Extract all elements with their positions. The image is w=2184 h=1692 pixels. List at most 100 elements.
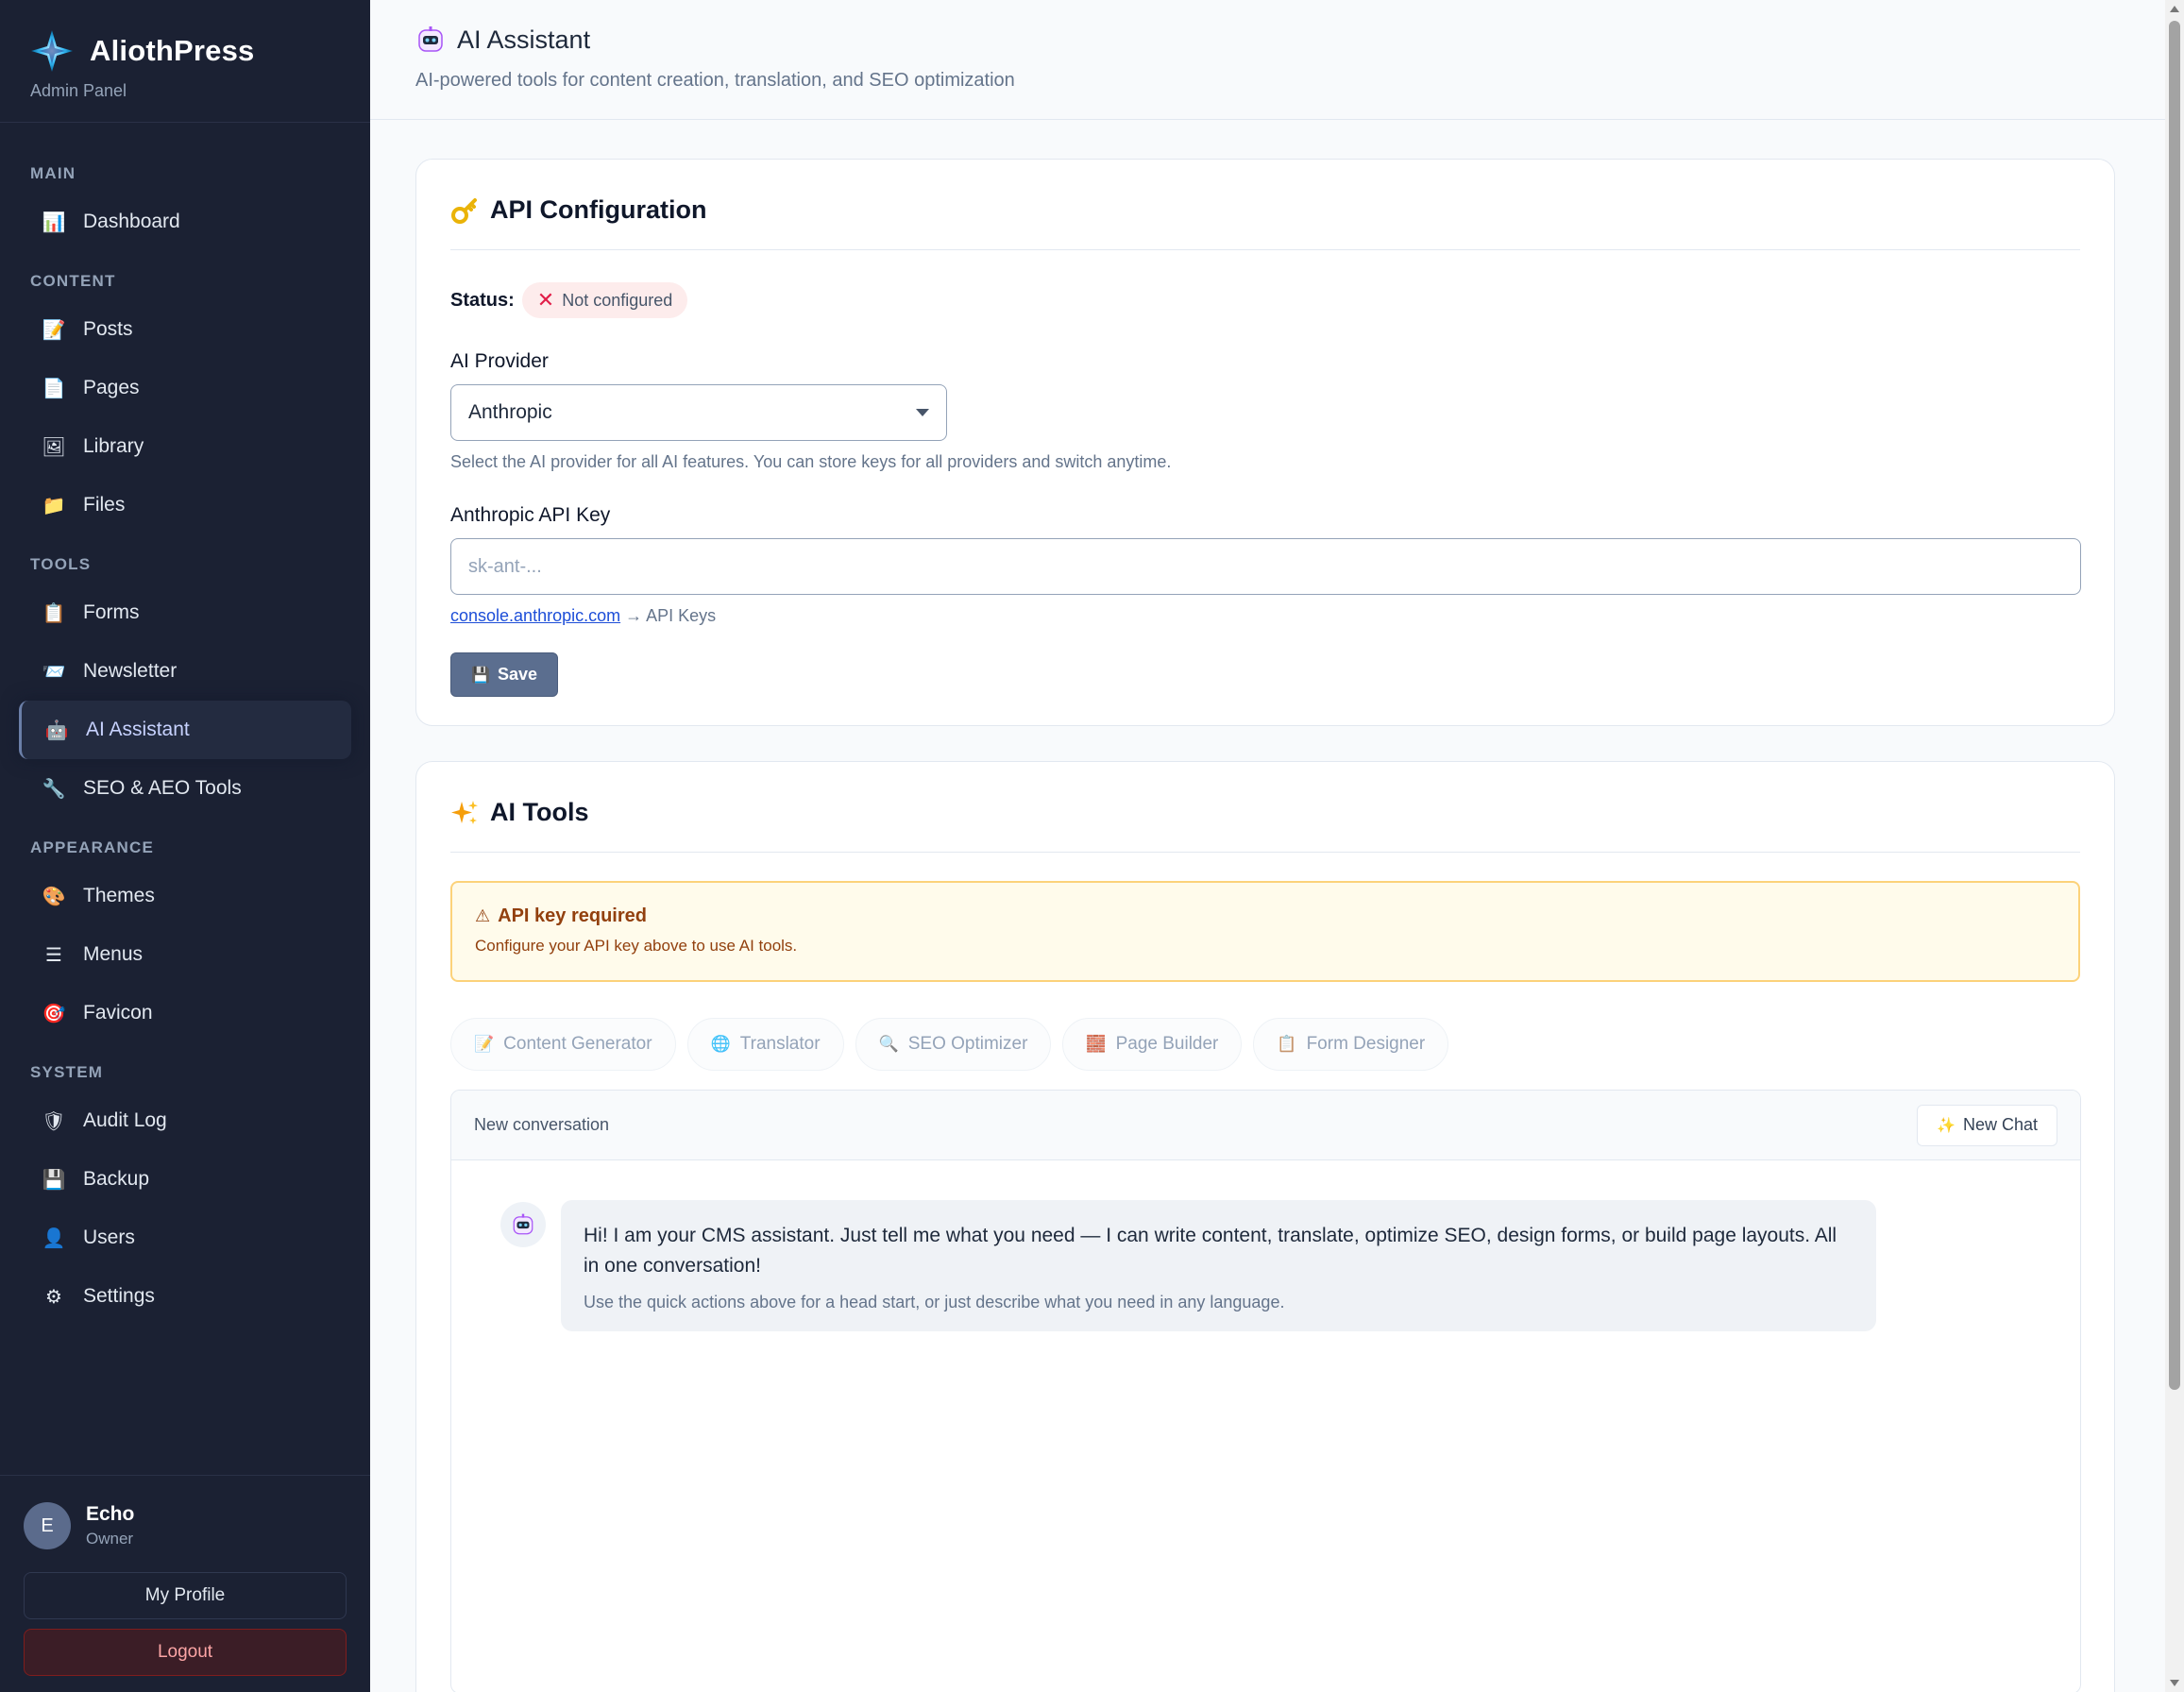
sidebar-item-posts[interactable]: 📝 Posts — [19, 300, 351, 359]
tab-label: Translator — [739, 1034, 821, 1054]
scroll-down-icon[interactable] — [2170, 1680, 2179, 1686]
sidebar-item-library[interactable]: 🖼 Library — [19, 417, 351, 476]
tab-label: SEO Optimizer — [907, 1034, 1028, 1054]
sidebar-item-files[interactable]: 📁 Files — [19, 476, 351, 534]
sidebar-item-seo-aeo-tools[interactable]: 🔧 SEO & AEO Tools — [19, 759, 351, 818]
ai-tools-title: AI Tools — [490, 798, 589, 826]
api-config-title: API Configuration — [490, 195, 707, 224]
app-root: AliothPress Admin Panel MAIN 📊 Dashboard CO… — [0, 0, 2184, 1692]
assistant-message: Hi! I am your CMS assistant. Just tell m… — [584, 1225, 1837, 1277]
sidebar-item-label: Themes — [83, 885, 155, 906]
sidebar-item-label: Dashboard — [83, 211, 180, 232]
bricks-icon: 🧱 — [1086, 1035, 1107, 1053]
page-header: AI Assistant AI-powered tools for conten… — [370, 0, 2165, 120]
tab-page-builder[interactable]: 🧱 Page Builder — [1062, 1018, 1243, 1071]
api-key-input[interactable] — [450, 538, 2081, 595]
star-logo-icon — [31, 30, 73, 72]
tab-content-generator[interactable]: 📝 Content Generator — [450, 1018, 676, 1071]
sidebar-item-label: Library — [83, 435, 144, 457]
clipboard-icon: 📋 — [1277, 1035, 1297, 1053]
nav-heading: TOOLS — [30, 555, 92, 573]
logout-button[interactable]: Logout — [24, 1629, 347, 1676]
main-content: AI Assistant AI-powered tools for conten… — [370, 0, 2165, 1692]
sidebar-nav: MAIN 📊 Dashboard CONTENT 📝 Posts 📄 Pages 🖼 Librar… — [0, 164, 370, 1326]
chat-message: Hi! I am your CMS assistant. Just tell m… — [451, 1160, 2080, 1331]
sidebar-item-ai-assistant[interactable]: 🤖 AI Assistant — [19, 701, 351, 759]
new-chat-button[interactable]: ✨ New Chat — [1917, 1104, 2057, 1146]
nav-heading: MAIN — [30, 164, 76, 182]
provider-select-value: Anthropic — [468, 401, 552, 423]
robot-icon: 🤖 — [44, 719, 69, 741]
sidebar-item-backup[interactable]: 💾 Backup — [19, 1150, 351, 1209]
scroll-up-icon[interactable] — [2170, 6, 2179, 12]
page-subtitle: AI-powered tools for content creation, t… — [415, 70, 1015, 91]
user-role: Owner — [86, 1530, 134, 1548]
sidebar-item-settings[interactable]: ⚙ Settings — [19, 1267, 351, 1326]
floppy-icon: 💾 — [42, 1169, 66, 1191]
sidebar-item-favicon[interactable]: 🎯 Favicon — [19, 984, 351, 1042]
tab-seo-optimizer[interactable]: 🔍 SEO Optimizer — [855, 1018, 1052, 1071]
sidebar-item-label: SEO & AEO Tools — [83, 777, 242, 799]
brand-name: AliothPress — [90, 34, 255, 67]
sidebar-item-users[interactable]: 👤 Users — [19, 1209, 351, 1267]
avatar[interactable]: E — [24, 1502, 71, 1549]
nav-section-appearance: APPEARANCE 🎨 Themes ☰ Menus 🎯 Favicon — [0, 838, 370, 1042]
gear-icon: ⚙ — [45, 1286, 62, 1308]
assistant-bubble: Hi! I am your CMS assistant. Just tell m… — [561, 1200, 1876, 1331]
sidebar-item-forms[interactable]: 📋 Forms — [19, 584, 351, 642]
new-chat-label: New Chat — [1962, 1115, 2038, 1134]
sidebar-item-pages[interactable]: 📄 Pages — [19, 359, 351, 417]
sidebar-item-label: Settings — [83, 1285, 155, 1307]
user-icon: 👤 — [42, 1227, 66, 1249]
api-key-alert: ⚠ API key required Configure your API ke… — [450, 881, 2080, 982]
nav-heading: CONTENT — [30, 272, 116, 290]
console-hint: console.anthropic.com → API Keys — [450, 606, 2080, 626]
chat-panel: New conversation ✨ New Chat Hi! I am you… — [450, 1090, 2081, 1692]
nav-section-system: SYSTEM 🛡 Audit Log 💾 Backup 👤 Users ⚙ Settings — [0, 1063, 370, 1326]
tool-tabs: 📝 Content Generator 🌐 Translator 🔍 SEO Optimi… — [450, 1018, 2080, 1071]
sidebar-item-audit-log[interactable]: 🛡 Audit Log — [19, 1091, 351, 1150]
user-row: E Echo Owner — [24, 1502, 347, 1549]
robot-icon — [513, 1213, 533, 1235]
status-value: Not configured — [562, 290, 673, 310]
nav-heading: SYSTEM — [30, 1063, 104, 1081]
posts-icon: 📝 — [42, 319, 66, 341]
sidebar-item-label: Favicon — [83, 1002, 153, 1024]
magnifier-icon: 🔍 — [878, 1035, 899, 1053]
sparkles-icon — [451, 800, 478, 824]
sidebar-item-label: Newsletter — [83, 660, 178, 682]
provider-label: AI Provider — [450, 350, 549, 372]
alert-text: Configure your API key above to use AI t… — [475, 937, 798, 955]
sidebar-item-label: Backup — [83, 1168, 150, 1190]
page-scrollbar[interactable] — [2165, 0, 2184, 1692]
chart-icon: 📊 — [42, 212, 66, 233]
brand: AliothPress Admin Panel — [0, 0, 370, 123]
tab-form-designer[interactable]: 📋 Form Designer — [1253, 1018, 1449, 1071]
console-link[interactable]: console.anthropic.com — [450, 606, 620, 625]
console-suffix: → API Keys — [625, 606, 717, 625]
newsletter-icon: 📨 — [42, 661, 66, 683]
brand-row: AliothPress — [29, 28, 370, 74]
nav-section-content: CONTENT 📝 Posts 📄 Pages 🖼 Library 📁 Files — [0, 272, 370, 534]
my-profile-button[interactable]: My Profile — [24, 1572, 347, 1619]
chat-title: New conversation — [474, 1115, 610, 1134]
user-name: Echo — [86, 1503, 135, 1525]
page-title: AI Assistant — [457, 25, 591, 54]
sidebar-item-label: Files — [83, 494, 126, 516]
status-row: Status: ✕ Not configured — [450, 282, 2080, 318]
page-icon: 📄 — [42, 378, 66, 399]
save-button[interactable]: 💾 Save — [450, 652, 558, 697]
tab-translator[interactable]: 🌐 Translator — [686, 1018, 844, 1071]
sidebar-item-label: Audit Log — [83, 1109, 167, 1131]
sidebar-item-themes[interactable]: 🎨 Themes — [19, 867, 351, 925]
scroll-thumb[interactable] — [2169, 21, 2180, 1390]
nav-section-tools: TOOLS 📋 Forms 📨 Newsletter 🤖 AI Assistant 🔧 SEO … — [0, 555, 370, 818]
sidebar-item-label: AI Assistant — [86, 719, 190, 740]
ai-tools-card: AI Tools ⚠ API key required Configure yo… — [415, 761, 2115, 1692]
assistant-hint: Use the quick actions above for a head s… — [584, 1293, 1285, 1311]
sidebar-item-menus[interactable]: ☰ Menus — [19, 925, 351, 984]
sidebar-item-newsletter[interactable]: 📨 Newsletter — [19, 642, 351, 701]
palette-icon: 🎨 — [42, 886, 66, 907]
sidebar-item-dashboard[interactable]: 📊 Dashboard — [19, 193, 351, 251]
provider-select[interactable]: Anthropic — [450, 384, 947, 441]
